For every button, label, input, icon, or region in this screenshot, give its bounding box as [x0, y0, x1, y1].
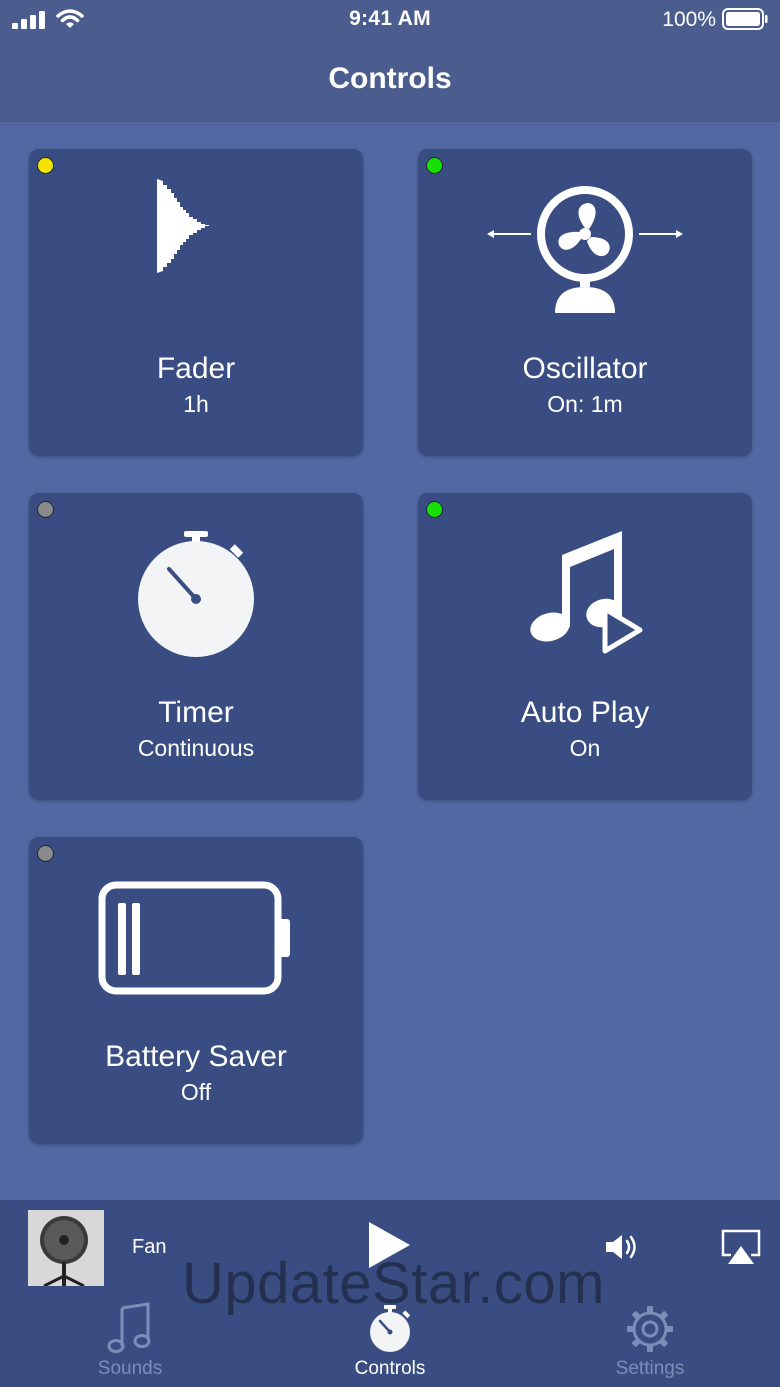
airplay-button[interactable] [720, 1228, 762, 1266]
page-title: Controls [328, 62, 452, 95]
auto-play-tile[interactable]: Auto Play On [418, 493, 752, 800]
fader-label: Fader [156, 352, 236, 385]
battery-icon [29, 881, 363, 995]
timer-tile[interactable]: Timer Continuous [29, 493, 363, 800]
oscillator-value: On: 1m [547, 391, 623, 417]
fan-oscillate-icon [418, 185, 752, 315]
timer-status-indicator [37, 501, 54, 518]
battery-saver-label: Battery Saver [105, 1040, 287, 1073]
oscillator-tile[interactable]: Oscillator On: 1m [418, 149, 752, 456]
navigation-bar: Controls [0, 40, 780, 122]
tab-sounds[interactable]: Sounds [40, 1302, 220, 1387]
battery-saver-value: Off [180, 1079, 212, 1105]
fader-tile[interactable]: Fader 1h [29, 149, 363, 456]
battery-percentage: 100% [662, 8, 716, 31]
auto-play-status-indicator [426, 501, 443, 518]
battery-saver-status-indicator [37, 845, 54, 862]
volume-button[interactable] [604, 1232, 640, 1262]
gear-icon [627, 1306, 673, 1352]
fader-icon [29, 171, 363, 281]
oscillator-label: Oscillator [522, 352, 648, 385]
auto-play-value: On [569, 735, 601, 761]
tab-settings-label: Settings [615, 1358, 685, 1379]
track-name: Fan [132, 1236, 167, 1258]
timer-value: Continuous [137, 735, 255, 761]
stopwatch-icon [370, 1305, 411, 1352]
tab-controls[interactable]: Controls [300, 1302, 480, 1387]
fader-value: 1h [183, 391, 209, 417]
track-thumbnail[interactable] [28, 1210, 104, 1286]
battery-saver-tile[interactable]: Battery Saver Off [29, 837, 363, 1144]
now-playing-bar: Fan UpdateStar.com Sounds Controls Setti… [0, 1200, 780, 1387]
music-play-icon [418, 527, 752, 657]
music-note-icon [107, 1302, 151, 1353]
stopwatch-icon [29, 527, 363, 661]
tab-sounds-label: Sounds [97, 1358, 163, 1379]
tab-controls-label: Controls [354, 1358, 426, 1379]
oscillator-status-indicator [426, 157, 443, 174]
status-bar: 9:41 AM 100% [0, 0, 780, 40]
auto-play-label: Auto Play [520, 696, 650, 729]
tab-settings[interactable]: Settings [560, 1302, 740, 1387]
timer-label: Timer [158, 696, 234, 729]
status-battery-icon [722, 8, 768, 30]
